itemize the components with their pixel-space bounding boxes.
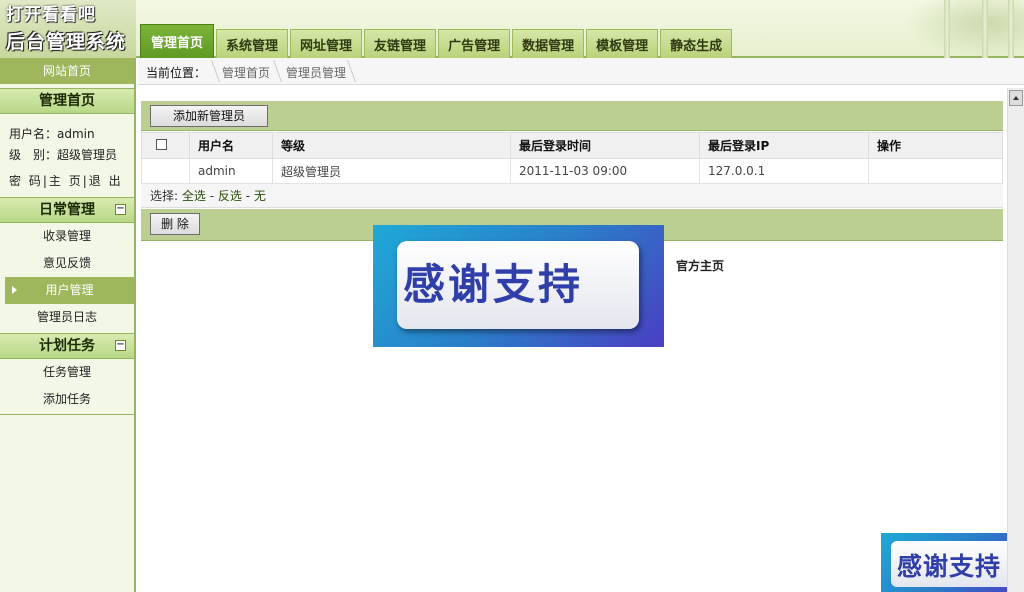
sidebar-heading-home-label: 管理首页 — [39, 93, 95, 109]
sidebar-item-feedback[interactable]: 意见反馈 — [0, 250, 134, 277]
cell-last-ip: 127.0.0.1 — [699, 158, 869, 184]
select-all-checkbox-cell — [141, 132, 190, 159]
cell-username: admin — [189, 158, 273, 184]
row-checkbox-cell — [141, 158, 190, 184]
sidebar-item-admin-log[interactable]: 管理员日志 — [0, 304, 134, 331]
sidebar-item-indexing[interactable]: 收录管理 — [0, 223, 134, 250]
logo: 打开看看吧 后台管理系统 — [0, 0, 136, 58]
cell-last-login: 2011-11-03 09:00 — [510, 158, 700, 184]
logo-title: 打开看看吧 — [6, 5, 96, 25]
arrow-right-icon — [12, 286, 17, 294]
breadcrumb: 当前位置： 管理首页 管理员管理 — [138, 58, 1024, 85]
level-label: 级 别：超级管理员 — [9, 148, 118, 162]
sidebar: 网站首页 管理首页 用户名：admin 级 别：超级管理员 密 码|主 页|退 … — [0, 58, 136, 592]
sidebar-item-users[interactable]: 用户管理 — [5, 277, 134, 304]
admin-table: 用户名 等级 最后登录时间 最后登录IP 操作 admin 超级管理员 2011… — [141, 132, 1003, 184]
bamboo-decoration — [904, 0, 1024, 58]
breadcrumb-item-home[interactable]: 管理首页 — [222, 64, 270, 81]
sidebar-item-add-task[interactable]: 添加任务 — [0, 386, 134, 413]
sidebar-heading-home: 管理首页 — [0, 88, 134, 114]
tab-friend-links[interactable]: 友链管理 — [364, 29, 437, 58]
selection-bar: 选择: 全选 - 反选 - 无 — [141, 184, 1003, 208]
breadcrumb-item-admins[interactable]: 管理员管理 — [286, 64, 346, 81]
password-link[interactable]: 密 码 — [9, 174, 43, 188]
select-all-link[interactable]: 全选 — [182, 189, 206, 203]
vertical-scrollbar[interactable] — [1007, 88, 1024, 592]
official-homepage-link[interactable]: 官方主页 — [664, 257, 724, 274]
sidebar-item-users-label: 用户管理 — [45, 283, 94, 297]
tab-data[interactable]: 数据管理 — [512, 29, 585, 58]
delete-button[interactable]: 删 除 — [150, 213, 200, 235]
tab-ads[interactable]: 广告管理 — [438, 29, 511, 58]
collapse-icon[interactable]: − — [115, 204, 126, 215]
table-row: admin 超级管理员 2011-11-03 09:00 127.0.0.1 — [141, 158, 1003, 184]
column-header-last-ip: 最后登录IP — [699, 132, 869, 159]
thanks-badge-text: 感谢支持 — [897, 552, 1002, 581]
tab-system[interactable]: 系统管理 — [216, 29, 289, 58]
tab-static-gen[interactable]: 静态生成 — [660, 29, 733, 58]
selection-label: 选择: — [150, 189, 179, 203]
homepage-link[interactable]: 主 页 — [49, 174, 83, 188]
column-header-last-login: 最后登录时间 — [510, 132, 700, 159]
tab-admin-home[interactable]: 管理首页 — [140, 24, 215, 58]
thanks-badge[interactable]: 感谢支持 — [881, 533, 1024, 592]
top-nav: 管理首页 系统管理 网址管理 友链管理 广告管理 数据管理 模板管理 静态生成 — [140, 24, 734, 58]
column-header-actions: 操作 — [868, 132, 1003, 159]
column-header-level: 等级 — [272, 132, 511, 159]
thanks-banner-text: 感谢支持 — [403, 260, 584, 309]
sidebar-section-daily[interactable]: 日常管理 − — [0, 197, 134, 223]
sidebar-section-plan[interactable]: 计划任务 − — [0, 333, 134, 359]
scroll-up-icon[interactable] — [1009, 90, 1023, 106]
tab-urls[interactable]: 网址管理 — [290, 29, 363, 58]
site-home-link[interactable]: 网站首页 — [0, 58, 134, 84]
cell-level: 超级管理员 — [272, 158, 511, 184]
username-label: 用户名：admin — [9, 127, 95, 141]
official-homepage-label: 官方主页 — [676, 259, 725, 273]
sidebar-section-plan-label: 计划任务 — [39, 338, 95, 354]
sidebar-divider — [0, 414, 134, 415]
header: 打开看看吧 后台管理系统 管理首页 系统管理 网址管理 友链管理 广告管理 数据… — [0, 0, 1024, 58]
breadcrumb-label: 当前位置： — [146, 66, 207, 80]
user-links: 密 码|主 页|退 出 — [9, 174, 123, 188]
select-none-link[interactable]: 无 — [254, 189, 266, 203]
thanks-banner[interactable]: 感谢支持 — [373, 225, 664, 347]
action-toolbar: 添加新管理员 — [141, 101, 1003, 131]
cell-actions — [868, 158, 1003, 184]
logout-link[interactable]: 退 出 — [89, 174, 123, 188]
add-admin-button[interactable]: 添加新管理员 — [150, 105, 268, 127]
sidebar-section-daily-label: 日常管理 — [39, 202, 95, 218]
sidebar-item-tasks[interactable]: 任务管理 — [0, 359, 134, 386]
collapse-icon[interactable]: − — [115, 340, 126, 351]
select-all-checkbox[interactable] — [156, 138, 167, 150]
user-info: 用户名：admin 级 别：超级管理员 — [0, 114, 134, 172]
logo-subtitle: 后台管理系统 — [6, 31, 127, 53]
table-header-row: 用户名 等级 最后登录时间 最后登录IP 操作 — [141, 132, 1003, 159]
invert-selection-link[interactable]: 反选 — [218, 189, 242, 203]
tab-templates[interactable]: 模板管理 — [586, 29, 659, 58]
column-header-username: 用户名 — [189, 132, 273, 159]
